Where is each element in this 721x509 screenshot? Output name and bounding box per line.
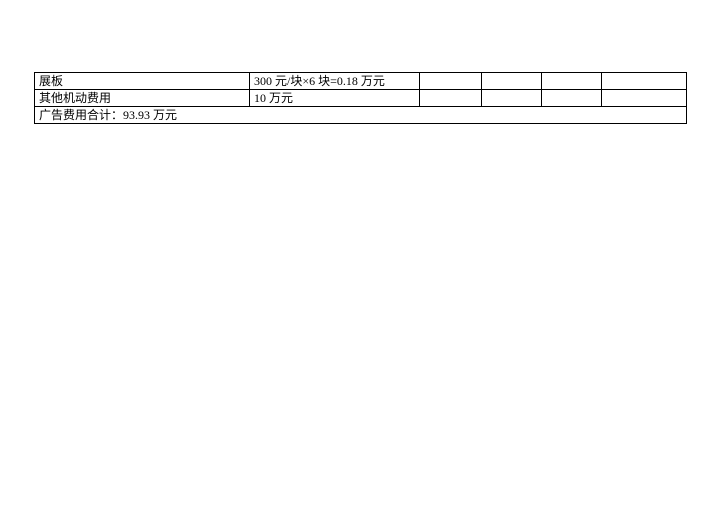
table-row: 其他机动费用 10 万元 (35, 90, 687, 107)
cell (482, 73, 542, 90)
budget-table-wrap: 展板 300 元/块×6 块=0.18 万元 其他机动费用 10 万元 广告费用… (34, 72, 686, 124)
cell-calc: 300 元/块×6 块=0.18 万元 (250, 73, 420, 90)
cell (420, 90, 482, 107)
table-row: 展板 300 元/块×6 块=0.18 万元 (35, 73, 687, 90)
cell (420, 73, 482, 90)
cell (482, 90, 542, 107)
cell (542, 73, 602, 90)
cell-item: 展板 (35, 73, 250, 90)
budget-table: 展板 300 元/块×6 块=0.18 万元 其他机动费用 10 万元 广告费用… (34, 72, 687, 124)
table-row-total: 广告费用合计：93.93 万元 (35, 107, 687, 124)
cell-calc: 10 万元 (250, 90, 420, 107)
cell-total: 广告费用合计：93.93 万元 (35, 107, 687, 124)
cell (602, 73, 687, 90)
cell (542, 90, 602, 107)
cell (602, 90, 687, 107)
cell-item: 其他机动费用 (35, 90, 250, 107)
